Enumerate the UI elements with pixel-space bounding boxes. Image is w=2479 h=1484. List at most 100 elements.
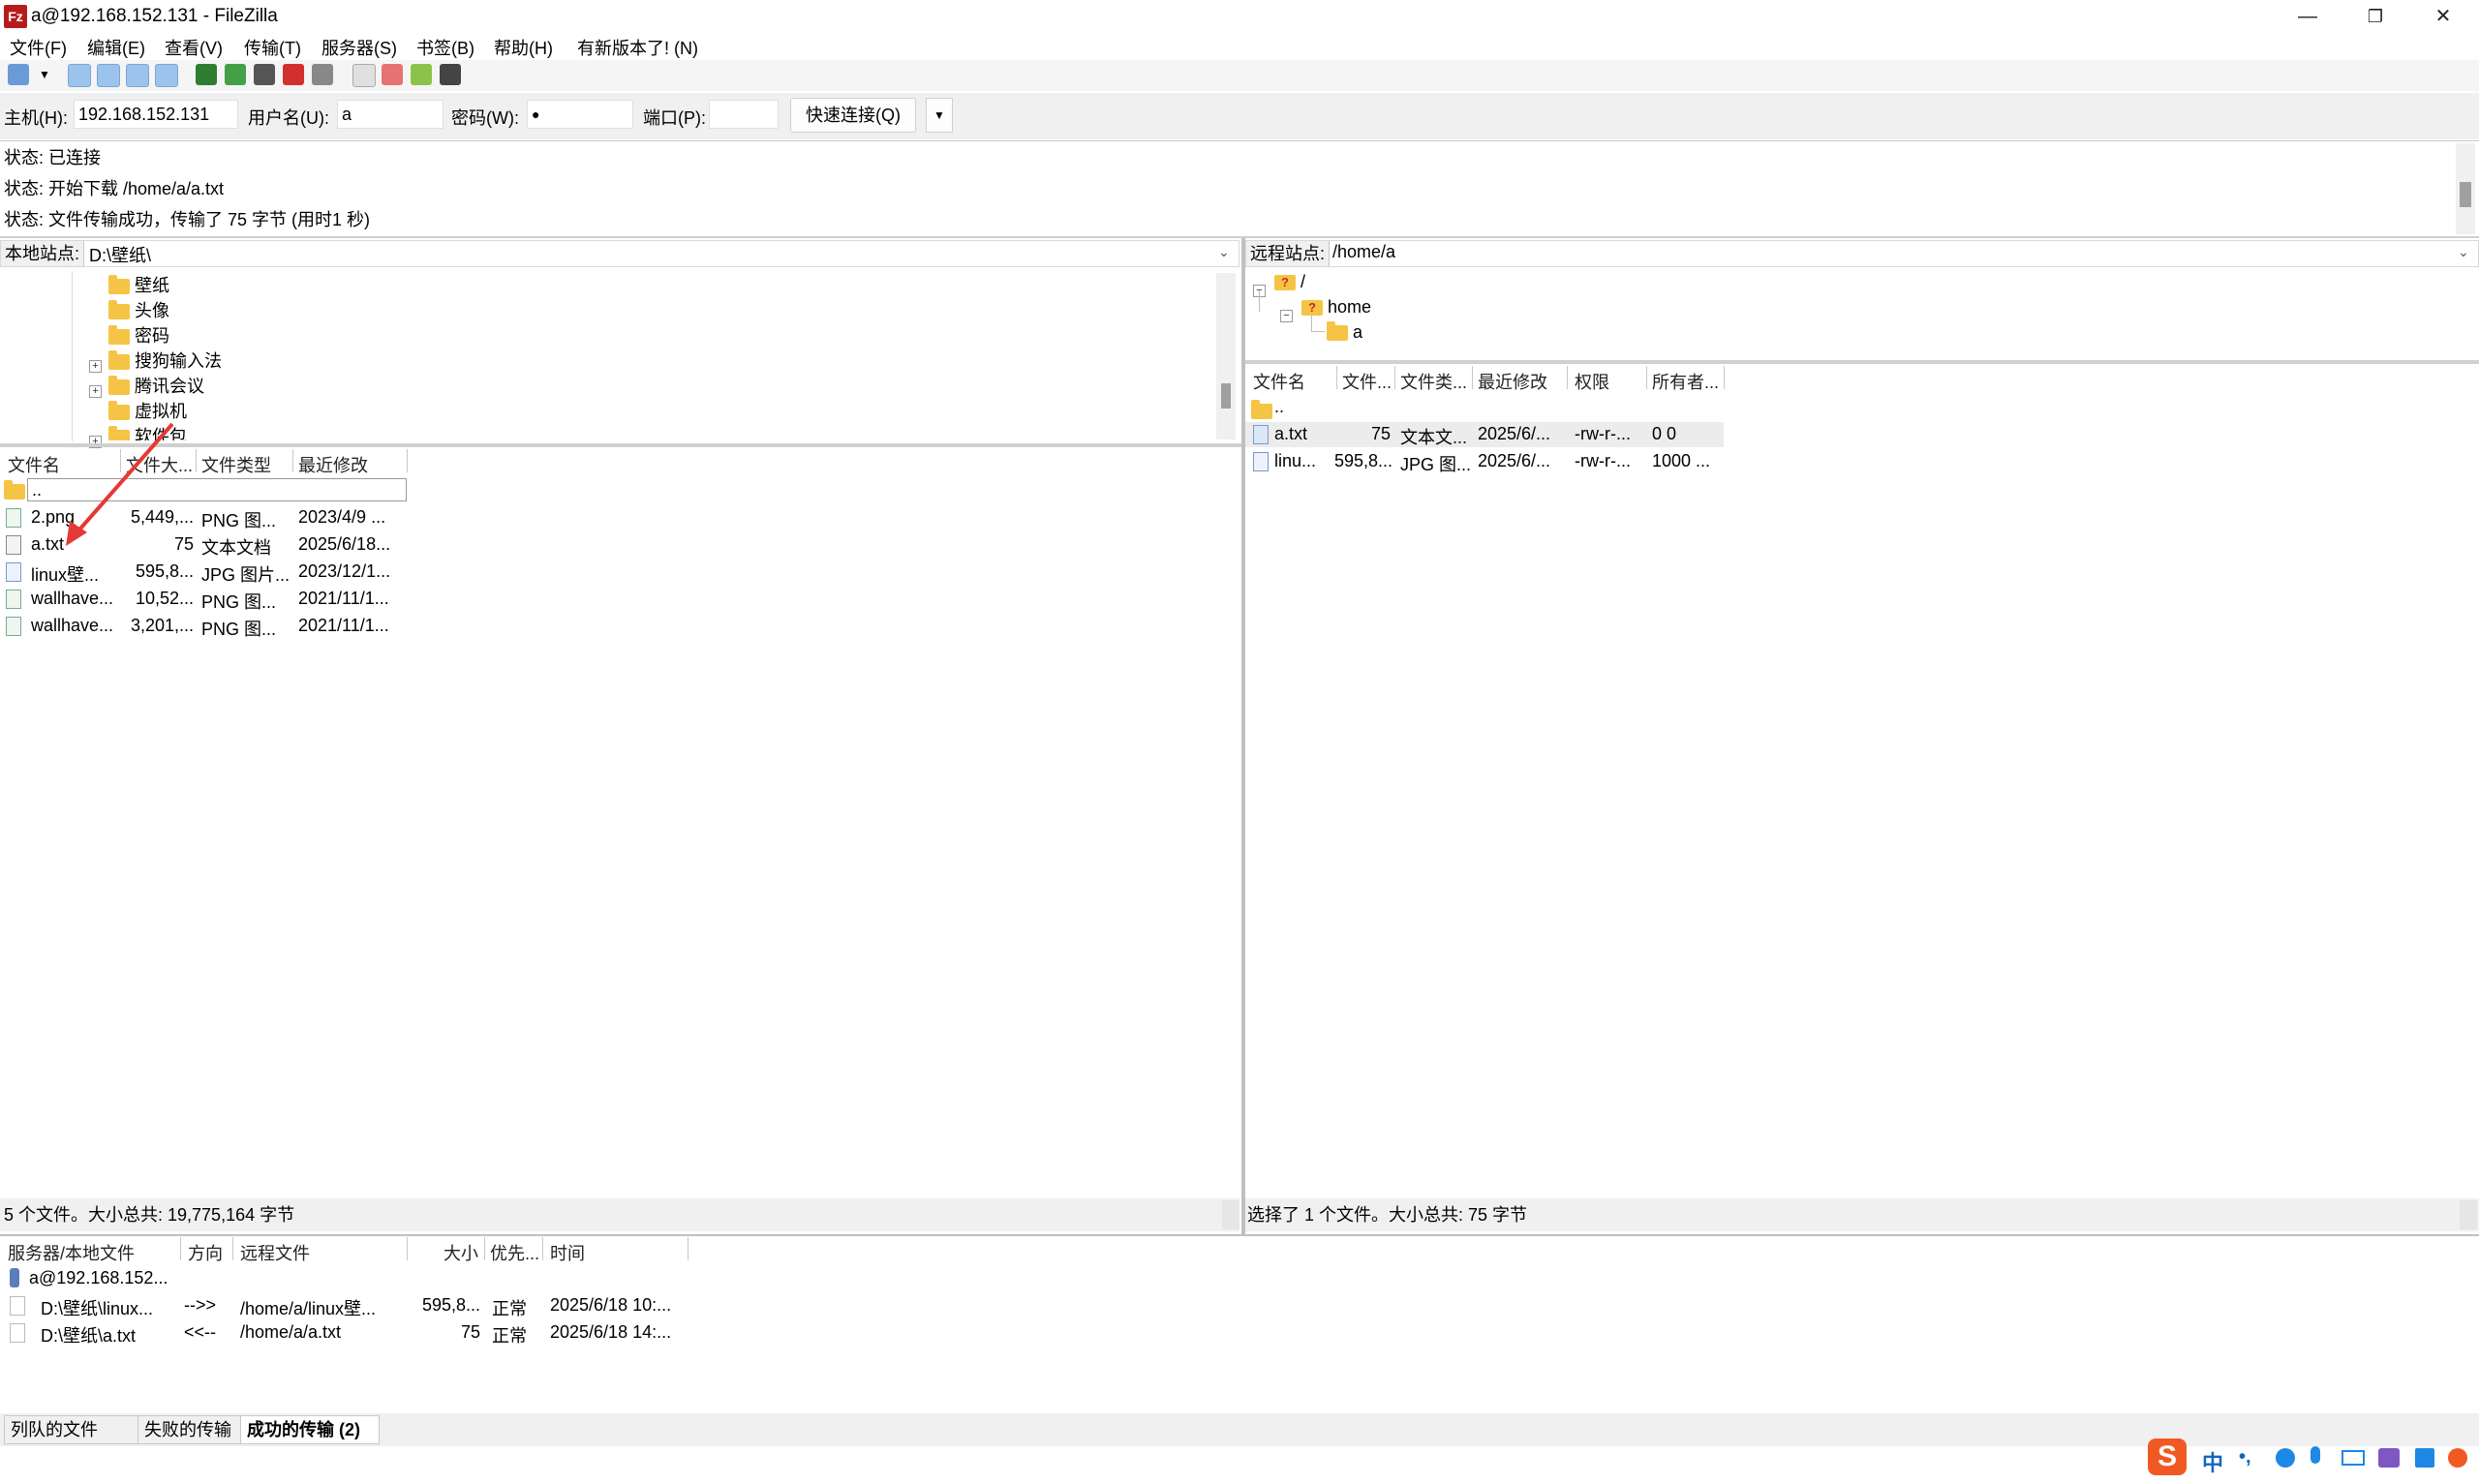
local-tree-scrollbar-thumb[interactable] [1221,383,1231,409]
chevron-down-icon[interactable]: ▼ [39,68,50,81]
file-name[interactable]: a.txt [1274,424,1307,444]
local-path-input[interactable]: D:\壁纸\ [89,242,151,267]
tree-item-home[interactable]: ? home [1301,297,1371,318]
col-direction[interactable]: 方向 [188,1240,223,1265]
ime-language[interactable]: 中 [2202,1446,2223,1477]
filter-icon[interactable] [352,64,376,87]
sync-browse-icon[interactable] [411,64,432,85]
file-name[interactable]: linux壁... [31,561,99,587]
password-input[interactable]: ● [527,100,633,129]
process-queue-icon[interactable] [225,64,246,85]
remote-path-input[interactable]: /home/a [1332,242,1395,262]
queue-size: 75 [460,1322,480,1342]
col-filename[interactable]: 文件名 [8,452,60,477]
restore-icon[interactable]: ❐ [2341,0,2409,33]
file-name[interactable]: wallhave... [31,616,113,636]
col-local-file[interactable]: 服务器/本地文件 [8,1240,135,1265]
file-type: JPG 图片... [201,565,291,585]
quickconnect-button[interactable]: 快速连接(Q) [790,98,916,133]
col-filesize[interactable]: 文件... [1342,369,1392,394]
tree-item[interactable]: 壁纸 [108,272,169,297]
microphone-icon[interactable] [2311,1446,2320,1464]
ime-punctuation[interactable]: •, [2239,1446,2251,1469]
file-modified: 2025/6/... [1478,424,1551,443]
file-name[interactable]: wallhave... [31,589,113,609]
reconnect-icon[interactable] [312,64,333,85]
file-type: 文本文档 [201,538,271,558]
password-label: 密码(W): [451,108,519,128]
search-icon[interactable] [440,64,461,85]
chevron-down-icon[interactable]: ⌄ [2458,244,2469,260]
col-owner[interactable]: 所有者... [1652,369,1719,394]
expand-plus-icon[interactable]: + [89,353,102,374]
file-permissions: -rw-r-... [1575,424,1631,443]
col-modified[interactable]: 最近修改 [1478,369,1547,394]
col-filetype[interactable]: 文件类... [1400,369,1467,394]
file-modified: 2021/11/1... [298,616,389,635]
tree-item[interactable]: 搜狗输入法 [108,348,222,373]
local-status: 5 个文件。大小总共: 19,775,164 字节 [0,1198,1240,1231]
toggle-queue-icon[interactable] [155,64,178,87]
skin-icon[interactable] [2378,1448,2400,1468]
minimize-icon[interactable]: — [2274,0,2341,33]
col-filename[interactable]: 文件名 [1253,369,1305,394]
tree-item[interactable]: 密码 [108,322,169,348]
image-file-icon [6,616,21,637]
sogou-settings-icon[interactable] [2448,1448,2467,1468]
tab-successful-transfers[interactable]: 成功的传输 (2) [240,1415,380,1444]
refresh-icon[interactable] [196,64,217,85]
keyboard-icon[interactable] [2341,1450,2365,1466]
menu-file[interactable]: 文件(F) [10,35,67,60]
tab-queued-files[interactable]: 列队的文件 [4,1415,139,1444]
col-modified[interactable]: 最近修改 [298,452,368,477]
tree-item-a[interactable]: a [1327,321,1362,343]
chevron-down-icon[interactable]: ⌄ [1218,244,1230,260]
toggle-remote-tree-icon[interactable] [126,64,149,87]
tree-item[interactable]: 头像 [108,297,169,322]
local-tree-scrollbar[interactable] [1216,273,1236,439]
log-scrollbar-thumb[interactable] [2460,182,2471,207]
tree-item[interactable]: 腾讯会议 [108,373,204,398]
compare-icon[interactable] [382,64,403,85]
toolbox-icon[interactable] [2415,1448,2434,1468]
menu-help[interactable]: 帮助(H) [494,35,553,60]
col-priority[interactable]: 优先... [490,1240,539,1265]
col-filetype[interactable]: 文件类型 [201,452,271,477]
queue-server[interactable]: a@192.168.152... [29,1268,168,1288]
menu-transfer[interactable]: 传输(T) [244,35,301,60]
collapse-minus-icon[interactable]: − [1280,303,1293,323]
file-name[interactable]: linu... [1274,451,1316,471]
menu-server[interactable]: 服务器(S) [321,35,397,60]
col-permissions[interactable]: 权限 [1575,369,1609,394]
user-input[interactable]: a [337,100,444,129]
file-modified: 2023/4/9 ... [298,507,386,527]
folder-icon [1327,321,1348,342]
col-size[interactable]: 大小 [444,1240,478,1265]
expand-plus-icon[interactable]: + [89,379,102,399]
host-input[interactable]: 192.168.152.131 [74,100,238,129]
disconnect-icon[interactable] [283,64,304,85]
toggle-local-tree-icon[interactable] [97,64,120,87]
tree-item-root[interactable]: ? / [1274,272,1305,292]
emoji-icon[interactable] [2276,1448,2295,1468]
menu-edit[interactable]: 编辑(E) [87,35,145,60]
log-line: 状态: 开始下载 /home/a/a.txt [4,179,225,198]
queue-local-file[interactable]: D:\壁纸\a.txt [41,1322,136,1348]
sogou-logo-icon[interactable]: S [2148,1439,2187,1475]
port-input[interactable] [709,100,779,129]
queue-local-file[interactable]: D:\壁纸\linux... [41,1295,153,1320]
menu-new-version[interactable]: 有新版本了! (N) [577,35,698,60]
menu-bookmarks[interactable]: 书签(B) [416,35,474,60]
remote-site-bar [1245,240,2479,267]
toggle-log-icon[interactable] [68,64,91,87]
parent-dir-row[interactable]: .. [1274,397,1284,417]
close-icon[interactable]: ✕ [2409,0,2477,33]
site-manager-icon[interactable] [8,64,29,85]
cancel-operation-icon[interactable] [254,64,275,85]
menu-view[interactable]: 查看(V) [165,35,223,60]
tab-failed-transfers[interactable]: 失败的传输 [138,1415,248,1444]
file-type: PNG 图... [201,592,277,612]
quickconnect-dropdown-icon[interactable]: ▼ [926,98,953,133]
col-time[interactable]: 时间 [550,1240,585,1265]
col-remote-file[interactable]: 远程文件 [240,1240,310,1265]
